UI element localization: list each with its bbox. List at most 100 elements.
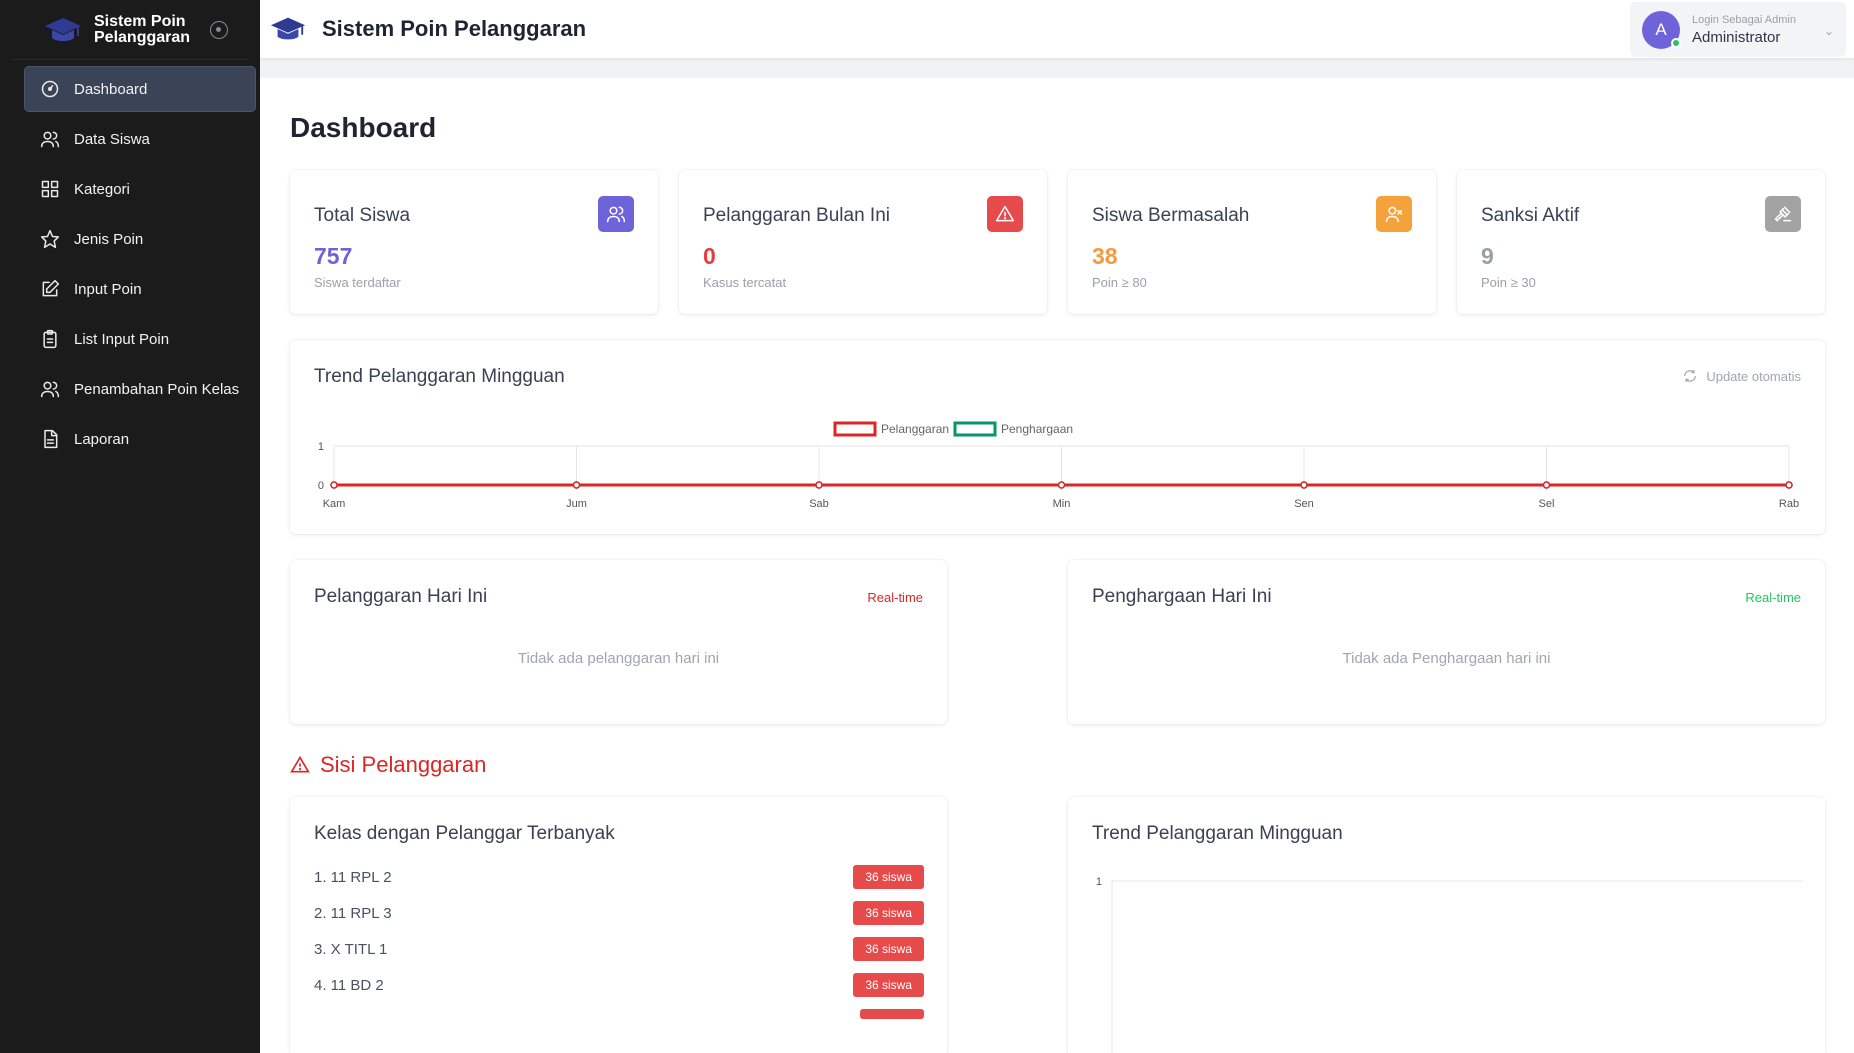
stat-value: 0 [703, 243, 716, 269]
user-x-icon [1376, 196, 1412, 232]
list-item: 3. X TITL 1 36 siswa [314, 937, 924, 961]
y-tick-label: 0 [318, 480, 324, 492]
class-name: 3. X TITL 1 [314, 941, 388, 958]
online-status-dot [1671, 37, 1681, 48]
sidebar-item-label: Dashboard [74, 80, 148, 98]
class-name: 2. 11 RPL 3 [314, 905, 392, 922]
topbar: Sistem Poin Pelanggaran A Login Sebagai … [260, 0, 1854, 59]
sidebar-item-dashboard[interactable]: Dashboard [24, 66, 256, 112]
data-point [1300, 481, 1308, 489]
x-tick-label: Sel [1539, 498, 1555, 510]
stat-card-siswa-bermasalah: Siswa Bermasalah 38 Poin ≥ 80 [1068, 170, 1436, 314]
stat-value: 9 [1481, 243, 1494, 269]
sidebar-item-label: Input Poin [74, 280, 142, 298]
data-point [1542, 481, 1551, 489]
violation-trend-card: Trend Pelanggaran Mingguan 1 [1068, 797, 1825, 1053]
count-badge: 36 siswa [853, 901, 924, 925]
data-point [330, 481, 338, 489]
sidebar-item-laporan[interactable]: Laporan [24, 416, 256, 462]
data-point [1057, 481, 1066, 489]
weekly-trend-chart: Pelanggaran Penghargaan 0 1 Kam Jum Sab Min Sen S… [318, 421, 1799, 510]
clipboard-icon [43, 329, 57, 349]
stat-subtitle: Siswa terdaftar [314, 275, 401, 290]
data-point [572, 481, 581, 489]
stat-card-total-siswa: Total Siswa 757 Siswa terdaftar [290, 170, 658, 314]
chevron-down-icon: ⌄ [1823, 24, 1834, 38]
sidebar-brand[interactable]: Sistem Poin Pelanggaran [12, 0, 248, 60]
card-title: Pelanggaran Hari Ini [314, 586, 488, 607]
x-tick-label: Rab [1779, 498, 1799, 510]
sidebar-item-label: Kategori [74, 180, 130, 198]
weekly-trend-card: Trend Pelanggaran Mingguan Update otomat… [290, 340, 1825, 534]
user-name: Administrator [1692, 28, 1781, 46]
x-tick-label: Min [1053, 498, 1071, 510]
stat-value: 38 [1092, 243, 1118, 269]
count-badge: 36 siswa [853, 973, 924, 997]
data-point [1785, 481, 1793, 489]
x-tick-label: Sen [1294, 498, 1314, 510]
top-classes-card: Kelas dengan Pelanggar Terbanyak 1. 11 R… [290, 797, 947, 1053]
stat-value: 757 [314, 243, 353, 269]
count-badge: 36 siswa [853, 937, 924, 961]
warning-icon [290, 755, 310, 773]
document-icon [44, 429, 58, 449]
user-info: Login Sebagai Admin Administrator [1692, 14, 1796, 46]
card-title: Kelas dengan Pelanggar Terbanyak [314, 823, 615, 844]
x-tick-label: Kam [323, 498, 346, 510]
edit-icon [42, 279, 60, 297]
sidebar-item-kategori[interactable]: Kategori [24, 166, 256, 212]
sidebar-item-label: List Input Poin [74, 330, 170, 348]
list-item [314, 1009, 924, 1033]
legend-swatch [953, 421, 997, 437]
gauge-icon [41, 80, 59, 98]
list-item: 2. 11 RPL 3 36 siswa [314, 901, 924, 925]
users-icon [40, 381, 60, 398]
avatar-initial: A [1655, 19, 1667, 39]
star-icon [40, 229, 60, 249]
class-name: 1. 11 RPL 2 [314, 869, 392, 886]
legend-label: Pelanggaran [881, 422, 949, 436]
class-name: 4. 11 BD 2 [314, 977, 384, 994]
sidebar-item-label: Penambahan Poin Kelas [74, 380, 240, 398]
list-item: 4. 11 BD 2 36 siswa [314, 973, 924, 997]
brand-title: Sistem Poin Pelanggaran [94, 12, 191, 46]
violations-today-card: Pelanggaran Hari Ini Real-time Tidak ada… [290, 560, 947, 724]
legend-label: Penghargaan [1001, 422, 1073, 436]
sidebar-item-label: Laporan [74, 430, 130, 448]
main-content: Dashboard Total Siswa 757 Siswa terdafta… [260, 78, 1854, 1053]
section-title: Sisi Pelanggaran [290, 752, 486, 778]
violation-trend-chart: 1 [1096, 876, 1803, 1053]
section-title-label: Sisi Pelanggaran [320, 752, 487, 777]
sidebar-toggle-icon[interactable] [210, 20, 228, 39]
sidebar-item-list-input-poin[interactable]: List Input Poin [24, 316, 256, 362]
avatar: A [1642, 10, 1681, 49]
sidebar-item-jenis-poin[interactable]: Jenis Poin [24, 216, 256, 262]
app-title: Sistem Poin Pelanggaran [322, 16, 587, 41]
stat-subtitle: Poin ≥ 80 [1092, 275, 1147, 290]
sidebar-item-input-poin[interactable]: Input Poin [24, 266, 256, 312]
stat-card-sanksi-aktif: Sanksi Aktif 9 Poin ≥ 30 [1457, 170, 1825, 314]
stat-subtitle: Kasus tercatat [703, 275, 787, 290]
y-tick-label: 1 [1096, 876, 1102, 888]
warning-icon [987, 196, 1023, 232]
gavel-icon [1765, 196, 1801, 232]
sidebar: Sistem Poin Pelanggaran Dashboard Data S… [0, 0, 260, 1053]
y-tick-label: 1 [318, 441, 324, 453]
sidebar-item-data-siswa[interactable]: Data Siswa [24, 116, 256, 162]
count-badge [860, 1009, 924, 1019]
count-badge: 36 siswa [853, 865, 924, 889]
list-item: 1. 11 RPL 2 36 siswa [314, 865, 924, 889]
stat-subtitle: Poin ≥ 30 [1481, 275, 1536, 290]
graduation-cap-icon [45, 17, 81, 41]
page-title: Dashboard [290, 112, 437, 143]
users-icon [598, 196, 634, 232]
empty-message: Tidak ada Penghargaan hari ini [1342, 650, 1551, 667]
card-title: Penghargaan Hari Ini [1092, 586, 1272, 607]
sidebar-item-label: Data Siswa [74, 130, 150, 148]
sidebar-item-penambahan-poin-kelas[interactable]: Penambahan Poin Kelas [24, 366, 256, 412]
graduation-cap-icon [270, 17, 306, 40]
user-menu[interactable]: A Login Sebagai Admin Administrator ⌄ [1630, 2, 1846, 57]
x-tick-label: Jum [566, 498, 587, 510]
empty-message: Tidak ada pelanggaran hari ini [517, 650, 720, 667]
realtime-badge: Real-time [1745, 590, 1801, 605]
